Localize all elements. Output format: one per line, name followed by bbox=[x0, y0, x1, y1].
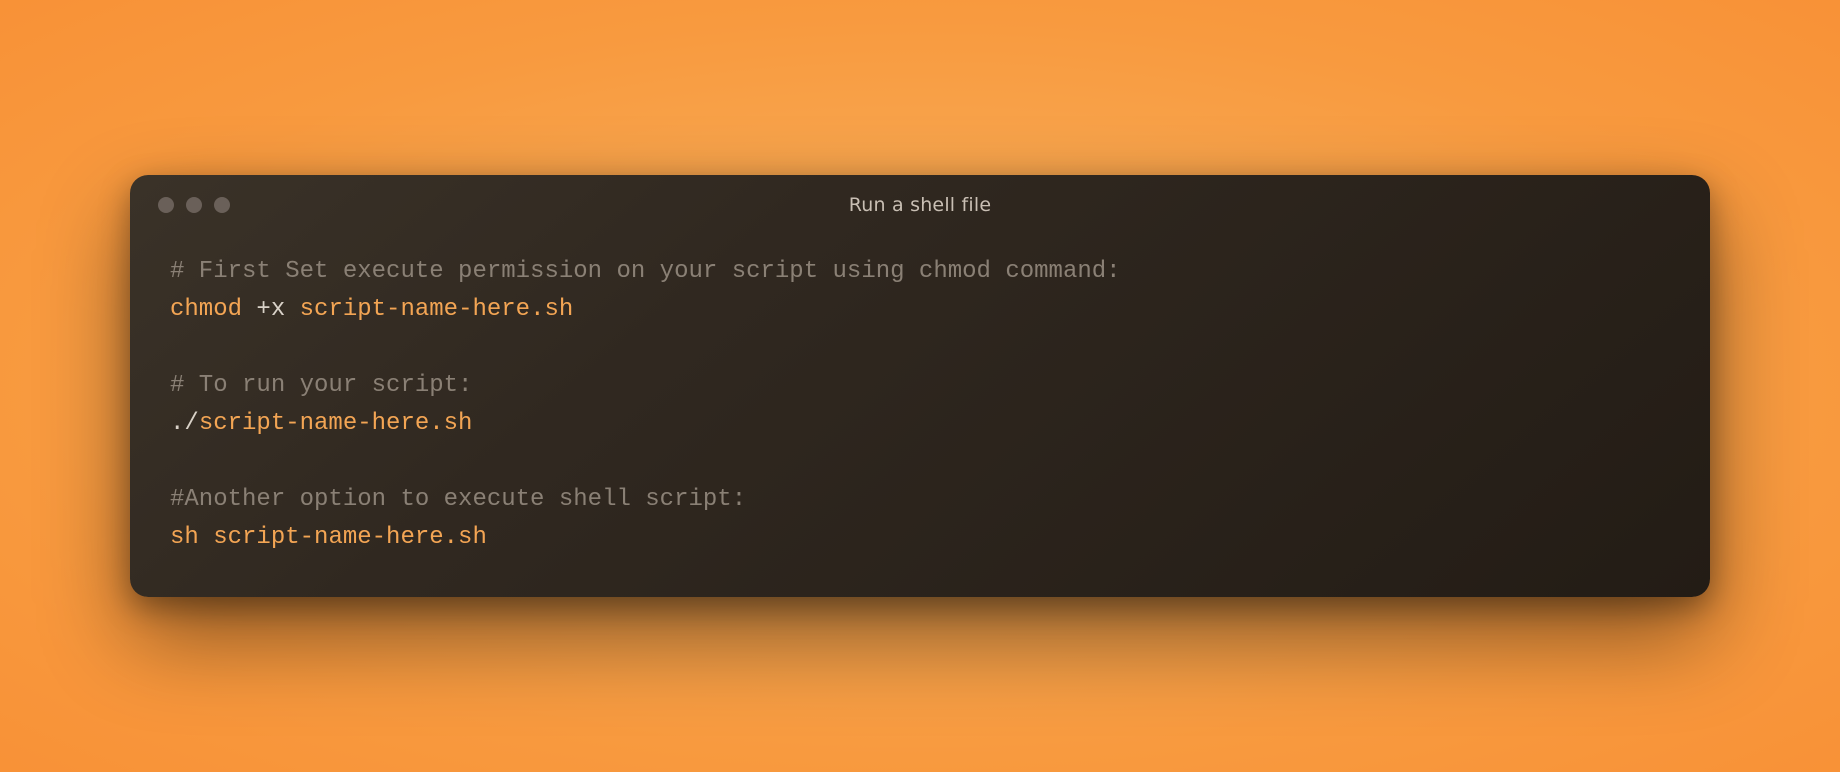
code-comment: # To run your script: bbox=[170, 372, 472, 399]
code-punct: ./ bbox=[170, 410, 199, 437]
traffic-lights bbox=[158, 197, 230, 213]
code-path: script-name-here.sh bbox=[199, 410, 473, 437]
titlebar: Run a shell file bbox=[130, 175, 1710, 235]
code-path: script-name-here.sh bbox=[213, 524, 487, 551]
code-command: chmod bbox=[170, 296, 242, 323]
code-space bbox=[199, 524, 213, 551]
window-title: Run a shell file bbox=[849, 194, 992, 216]
minimize-icon[interactable] bbox=[186, 197, 202, 213]
code-comment: #Another option to execute shell script: bbox=[170, 486, 746, 513]
code-operator: + bbox=[242, 296, 271, 323]
code-block: # First Set execute permission on your s… bbox=[130, 235, 1710, 557]
zoom-icon[interactable] bbox=[214, 197, 230, 213]
terminal-window: Run a shell file # First Set execute per… bbox=[130, 175, 1710, 597]
code-comment: # First Set execute permission on your s… bbox=[170, 258, 1121, 285]
code-command: sh bbox=[170, 524, 199, 551]
code-path: script-name-here.sh bbox=[300, 296, 574, 323]
close-icon[interactable] bbox=[158, 197, 174, 213]
code-argument: x bbox=[271, 296, 300, 323]
